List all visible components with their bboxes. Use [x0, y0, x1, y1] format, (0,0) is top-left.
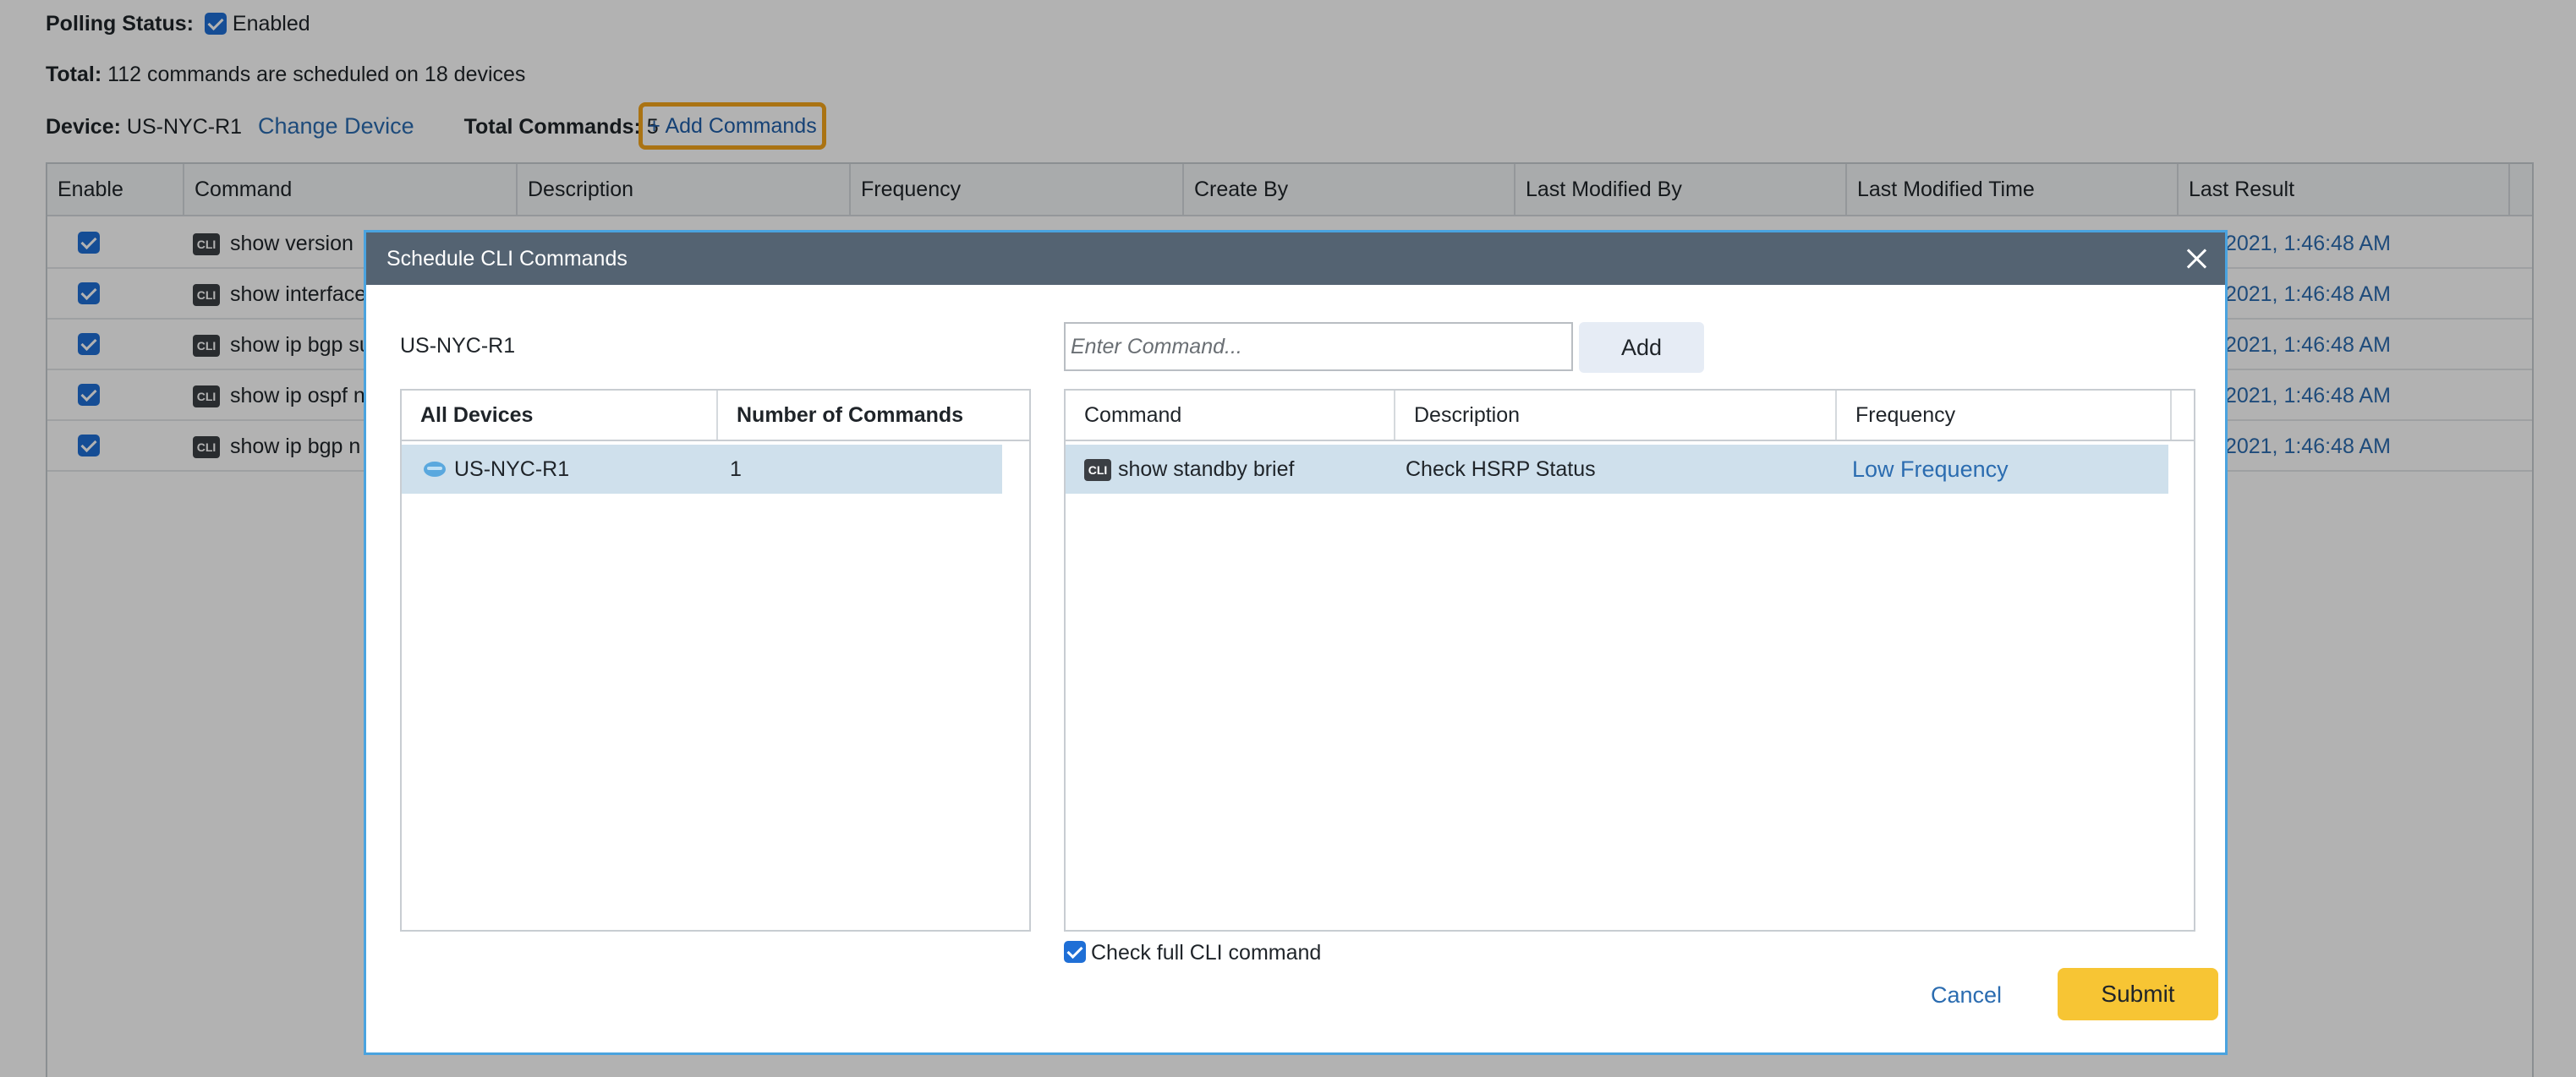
dialog-header: Schedule CLI Commands [366, 232, 2225, 285]
column-header-description[interactable]: Description [1395, 391, 1837, 440]
check-full-cli-option[interactable]: Check full CLI command [1064, 941, 1321, 965]
device-icon [424, 462, 446, 477]
column-header-frequency[interactable]: Frequency [1837, 391, 2172, 440]
check-full-cli-checkbox[interactable] [1064, 941, 1086, 963]
command-cell: CLI show standby brief [1084, 445, 1294, 494]
command-input[interactable] [1064, 322, 1573, 371]
cancel-button[interactable]: Cancel [1931, 970, 2002, 1020]
device-name: US-NYC-R1 [454, 457, 570, 481]
schedule-cli-dialog: Schedule CLI Commands US-NYC-R1 Add All … [364, 230, 2228, 1055]
column-header-command[interactable]: Command [1066, 391, 1395, 440]
device-command-count: 1 [730, 457, 742, 481]
column-header-all-devices[interactable]: All Devices [402, 391, 718, 440]
device-cell: US-NYC-R1 [424, 445, 569, 494]
dialog-title: Schedule CLI Commands [386, 247, 628, 271]
add-command-button[interactable]: Add [1579, 322, 1704, 373]
device-row[interactable]: US-NYC-R1 1 [402, 445, 1002, 494]
command-description: Check HSRP Status [1406, 457, 1596, 481]
command-text: show standby brief [1118, 457, 1295, 481]
column-header-number-of-commands[interactable]: Number of Commands [718, 391, 1029, 440]
dialog-device-label: US-NYC-R1 [400, 334, 516, 358]
submit-button[interactable]: Submit [2058, 968, 2218, 1020]
commands-panel: Command Description Frequency CLI show st… [1064, 389, 2195, 932]
close-icon[interactable] [2184, 246, 2210, 271]
commands-panel-header: Command Description Frequency [1066, 391, 2194, 441]
devices-panel-header: All Devices Number of Commands [402, 391, 1029, 441]
frequency-link[interactable]: Low Frequency [1852, 445, 2009, 494]
command-row[interactable]: CLI show standby brief Check HSRP Status … [1066, 445, 2168, 494]
cli-icon: CLI [1084, 459, 1111, 481]
devices-panel: All Devices Number of Commands US-NYC-R1… [400, 389, 1031, 932]
check-full-cli-label: Check full CLI command [1091, 941, 1322, 965]
